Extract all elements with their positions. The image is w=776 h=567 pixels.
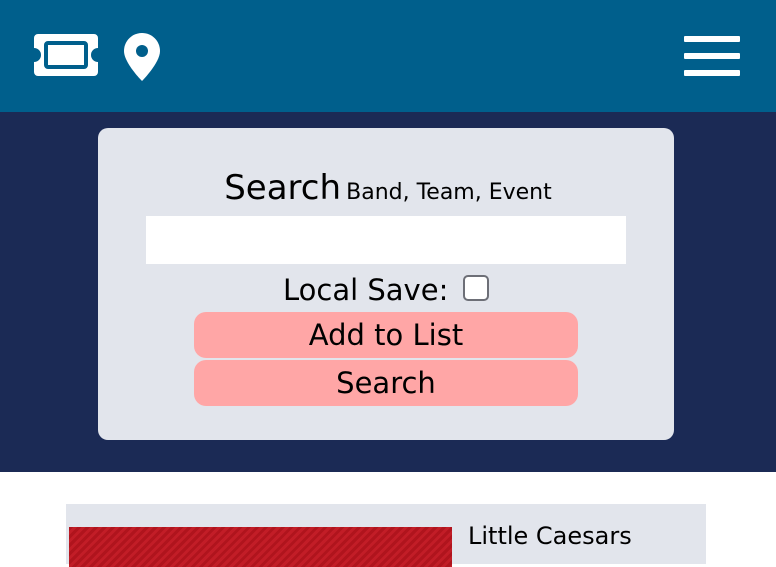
add-to-list-button[interactable]: Add to List: [194, 312, 578, 358]
map-pin-icon[interactable]: [124, 33, 160, 81]
search-heading: Search Band, Team, Event: [0, 168, 776, 208]
ticket-icon[interactable]: [34, 34, 98, 76]
search-heading-hint: Band, Team, Event: [346, 180, 552, 205]
menu-line: [684, 70, 740, 76]
result-image[interactable]: [69, 527, 452, 567]
hamburger-menu-icon[interactable]: [684, 36, 740, 76]
search-heading-title: Search: [224, 168, 342, 208]
top-nav-bar: [0, 0, 776, 112]
search-input[interactable]: [146, 216, 626, 264]
search-button[interactable]: Search: [194, 360, 578, 406]
menu-line: [684, 36, 740, 42]
menu-line: [684, 53, 740, 59]
local-save-checkbox[interactable]: [463, 275, 489, 301]
local-save-label: Local Save:: [283, 273, 449, 307]
